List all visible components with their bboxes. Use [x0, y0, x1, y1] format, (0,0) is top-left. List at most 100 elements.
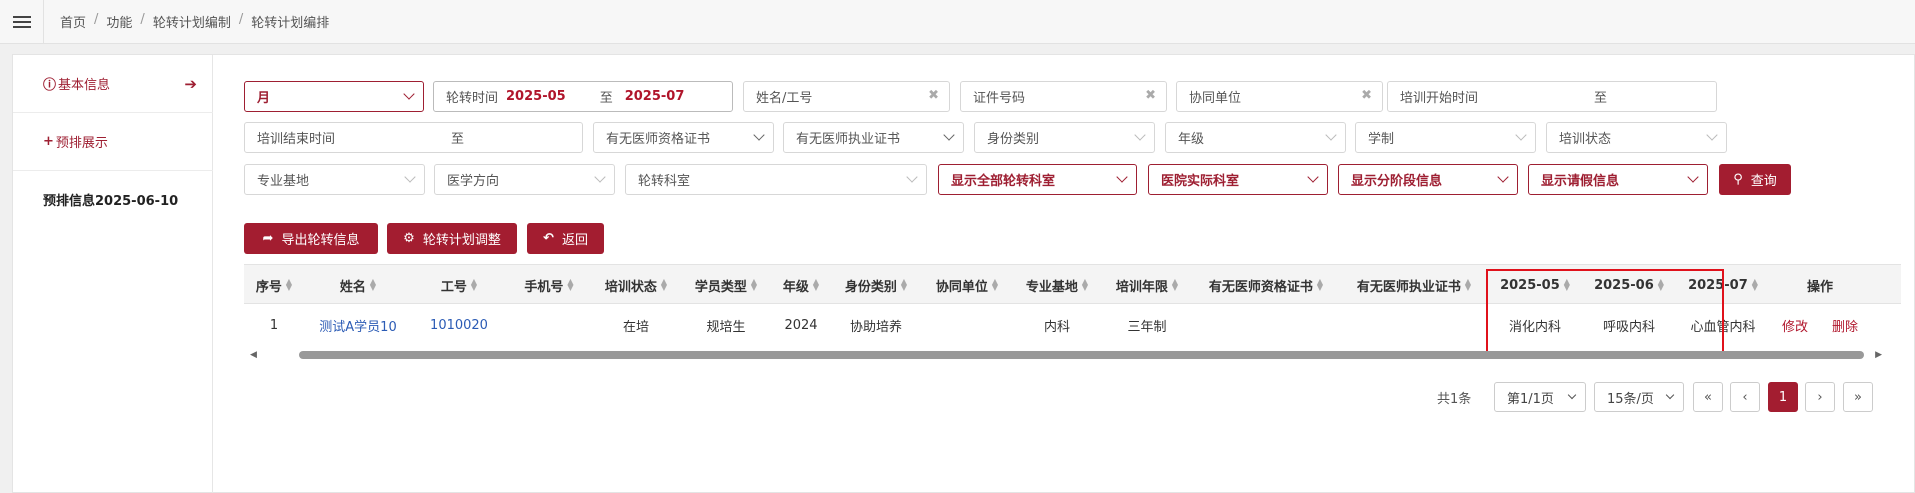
- cell-student-type: 规培生: [706, 319, 746, 335]
- breadcrumb-home[interactable]: 首页: [60, 12, 86, 31]
- breadcrumb-plan-compile[interactable]: 轮转计划编制: [153, 12, 231, 31]
- cell-qual-cert: [1192, 305, 1340, 345]
- show-all-depts-select[interactable]: 显示全部轮转科室: [938, 164, 1137, 195]
- breadcrumb-function[interactable]: 功能: [106, 12, 132, 31]
- cell-years: 三年制: [1127, 319, 1167, 335]
- chevron-down-icon: [594, 171, 606, 183]
- chevron-down-icon: [1515, 129, 1527, 141]
- main-card: ⓘ 基本信息 ➔ + 预排展示 预排信息2025-06-10 月 轮转时间 20…: [12, 54, 1915, 493]
- chevron-down-icon: [1134, 129, 1146, 141]
- col-base[interactable]: 专业基地 ▲ ▼: [1012, 265, 1102, 305]
- chevron-down-icon: [1706, 129, 1718, 141]
- page-size-select[interactable]: 15条/页: [1594, 382, 1684, 412]
- preschedule-info-label: 预排信息2025-06-10: [43, 194, 179, 209]
- col-status[interactable]: 培训状态 ▲ ▼: [592, 265, 680, 305]
- search-button[interactable]: ⚲ 查询: [1719, 164, 1791, 195]
- identity-type-select[interactable]: 身份类别: [974, 122, 1155, 153]
- id-number-input[interactable]: 证件号码 ✖: [960, 81, 1167, 112]
- practice-cert-select[interactable]: 有无医师执业证书: [783, 122, 964, 153]
- training-status-select[interactable]: 培训状态: [1546, 122, 1727, 153]
- name-input[interactable]: 姓名/工号 ✖: [743, 81, 950, 112]
- col-years[interactable]: 培训年限 ▲ ▼: [1102, 265, 1192, 305]
- share-arrow-icon: ➦: [262, 231, 274, 246]
- breadcrumb-plan-arrange: 轮转计划编排: [251, 16, 330, 31]
- rotation-time-range[interactable]: 轮转时间 2025-05 至 2025-07: [433, 81, 733, 112]
- search-icon: ⚲: [1733, 172, 1743, 187]
- side-nav: ⓘ 基本信息 ➔ + 预排展示 预排信息2025-06-10: [13, 55, 213, 493]
- chevron-down-icon: [943, 129, 955, 141]
- cell-coop-unit: [922, 305, 1012, 345]
- cell-base: 内科: [1043, 319, 1070, 335]
- export-button[interactable]: ➦ 导出轮转信息: [244, 223, 378, 254]
- qualification-cert-select[interactable]: 有无医师资格证书: [593, 122, 774, 153]
- col-qual-cert[interactable]: 有无医师资格证书 ▲ ▼: [1192, 265, 1340, 305]
- chevron-down-icon: [753, 129, 765, 141]
- rotation-dept-select[interactable]: 轮转科室: [625, 164, 927, 195]
- back-button[interactable]: ↶ 返回: [527, 223, 604, 254]
- medical-direction-select[interactable]: 医学方向: [434, 164, 615, 195]
- scroll-left-icon[interactable]: ◀: [250, 350, 257, 360]
- chevron-down-icon: [1116, 171, 1128, 183]
- sidebar-item-preview[interactable]: + 预排展示: [13, 113, 213, 171]
- chevron-down-icon: [1497, 171, 1509, 183]
- show-leave-select[interactable]: 显示请假信息: [1528, 164, 1708, 195]
- menu-toggle-icon[interactable]: [0, 0, 44, 44]
- specialty-base-select[interactable]: 专业基地: [244, 164, 425, 195]
- col-emp-no[interactable]: 工号 ▲ ▼: [412, 265, 506, 305]
- cell-identity: 协助培养: [849, 319, 902, 335]
- adjust-plan-button[interactable]: ⚙ 轮转计划调整: [387, 223, 517, 254]
- info-circle-icon: ⓘ: [43, 78, 57, 93]
- col-index[interactable]: 序号 ▲ ▼: [244, 265, 304, 305]
- col-identity[interactable]: 身份类别 ▲ ▼: [830, 265, 922, 305]
- col-grade[interactable]: 年级 ▲ ▼: [772, 265, 830, 305]
- education-select[interactable]: 学制: [1355, 122, 1536, 153]
- cell-grade: 2024: [784, 317, 818, 333]
- col-name[interactable]: 姓名 ▲ ▼: [304, 265, 412, 305]
- rotation-start-value[interactable]: 2025-05: [506, 89, 566, 104]
- col-actions: 操作: [1806, 279, 1833, 295]
- col-phone[interactable]: 手机号 ▲ ▼: [506, 265, 592, 305]
- cell-prac-cert: [1340, 305, 1488, 345]
- clear-icon[interactable]: ✖: [1361, 88, 1372, 103]
- gear-icon: ⚙: [403, 231, 415, 246]
- col-student-type[interactable]: 学员类型 ▲ ▼: [680, 265, 772, 305]
- cell-phone: [506, 305, 592, 345]
- page-info-select[interactable]: 第1/1页: [1494, 382, 1586, 412]
- chevron-down-icon: [1687, 171, 1699, 183]
- clear-icon[interactable]: ✖: [1145, 88, 1156, 103]
- month-columns-highlight: [1486, 269, 1724, 353]
- chevron-down-icon: [1567, 390, 1577, 400]
- delete-link[interactable]: 删除: [1820, 305, 1870, 345]
- chevron-down-icon: [1307, 171, 1319, 183]
- plus-icon: +: [43, 134, 54, 149]
- cell-emp-no-link[interactable]: 1010020: [412, 305, 506, 345]
- scrollbar-thumb[interactable]: [299, 351, 1864, 359]
- total-count: 共1条: [1437, 391, 1472, 407]
- rotation-end-value[interactable]: 2025-07: [625, 89, 685, 104]
- undo-arrow-icon: ↶: [543, 231, 554, 246]
- training-start-range[interactable]: 培训开始时间 至: [1387, 81, 1717, 112]
- page-1-button[interactable]: 1: [1768, 382, 1798, 412]
- cell-status: 在培: [622, 319, 649, 335]
- col-prac-cert[interactable]: 有无医师执业证书 ▲ ▼: [1340, 265, 1488, 305]
- edit-link[interactable]: 修改: [1770, 305, 1820, 345]
- chevron-down-icon: [403, 88, 415, 100]
- scroll-right-icon[interactable]: ▶: [1875, 350, 1882, 360]
- col-coop-unit[interactable]: 协同单位 ▲ ▼: [922, 265, 1012, 305]
- last-page-button[interactable]: »: [1843, 382, 1873, 412]
- prev-page-button[interactable]: ‹: [1730, 382, 1760, 412]
- hospital-dept-select[interactable]: 医院实际科室: [1148, 164, 1328, 195]
- sidebar-item-basic-info[interactable]: ⓘ 基本信息 ➔: [13, 55, 213, 113]
- horizontal-scrollbar[interactable]: ◀ ▶: [244, 348, 1884, 362]
- clear-icon[interactable]: ✖: [928, 88, 939, 103]
- cell-name-link[interactable]: 测试A学员10: [304, 305, 412, 345]
- next-page-button[interactable]: ›: [1805, 382, 1835, 412]
- show-stage-select[interactable]: 显示分阶段信息: [1338, 164, 1518, 195]
- training-end-range[interactable]: 培训结束时间 至: [244, 122, 583, 153]
- grade-select[interactable]: 年级: [1165, 122, 1346, 153]
- coop-unit-input[interactable]: 协同单位 ✖: [1176, 81, 1383, 112]
- first-page-button[interactable]: «: [1693, 382, 1723, 412]
- chevron-down-icon: [1665, 390, 1675, 400]
- cell-index: 1: [269, 317, 279, 333]
- period-type-select[interactable]: 月: [244, 81, 424, 112]
